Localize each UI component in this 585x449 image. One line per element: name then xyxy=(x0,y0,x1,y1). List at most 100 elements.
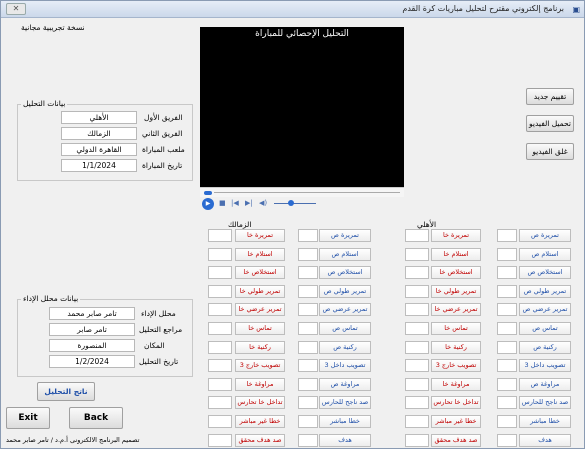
reviewer-field[interactable]: تامر صابر xyxy=(49,323,135,336)
next-icon[interactable]: ▶| xyxy=(245,199,253,207)
left-stat-against-button[interactable]: هدف xyxy=(319,434,371,447)
left-stat-own-button[interactable]: مراوغة خا xyxy=(235,378,285,391)
right-counter-against[interactable] xyxy=(497,303,517,316)
right-stat-own-button[interactable]: تمرير عرضي خا xyxy=(431,303,481,316)
right-stat-own-button[interactable]: ركنية خا xyxy=(431,341,481,354)
left-counter-against[interactable] xyxy=(298,415,318,428)
back-button[interactable]: Back xyxy=(69,407,123,429)
right-counter-own[interactable] xyxy=(405,378,429,391)
right-counter-against[interactable] xyxy=(497,434,517,447)
volume-icon[interactable]: ◀) xyxy=(259,199,267,207)
place-field[interactable]: المنصورة xyxy=(49,339,135,352)
right-stat-own-button[interactable]: صد هدف محقق xyxy=(431,434,481,447)
right-stat-against-button[interactable]: تمرير عرضي ص xyxy=(519,303,571,316)
left-stat-against-button[interactable]: تماس ص xyxy=(319,322,371,335)
volume-thumb[interactable] xyxy=(288,200,294,206)
right-counter-own[interactable] xyxy=(405,415,429,428)
prev-icon[interactable]: |◀ xyxy=(231,199,239,207)
right-stat-own-button[interactable]: تمريرة خا xyxy=(431,229,481,242)
team2-field[interactable]: الزمالك xyxy=(61,127,137,140)
right-stat-against-button[interactable]: تمرير طولي ص xyxy=(519,285,571,298)
seek-thumb[interactable] xyxy=(204,191,212,195)
left-stat-against-button[interactable]: ركنية ص xyxy=(319,341,371,354)
right-stat-against-button[interactable]: صد ناجح للحارس xyxy=(519,396,571,409)
left-counter-own[interactable] xyxy=(208,341,232,354)
left-counter-against[interactable] xyxy=(298,322,318,335)
left-counter-against[interactable] xyxy=(298,285,318,298)
close-button[interactable]: ✕ xyxy=(6,3,26,15)
left-counter-own[interactable] xyxy=(208,434,232,447)
left-stat-against-button[interactable]: تمرير طولي ص xyxy=(319,285,371,298)
left-counter-own[interactable] xyxy=(208,322,232,335)
right-counter-against[interactable] xyxy=(497,341,517,354)
right-stat-against-button[interactable]: مراوغة ص xyxy=(519,378,571,391)
close-video-button[interactable]: غلق الفيديو xyxy=(526,143,574,160)
right-stat-against-button[interactable]: خطا مباشر xyxy=(519,415,571,428)
right-stat-own-button[interactable]: خطا غير مباشر xyxy=(431,415,481,428)
right-counter-own[interactable] xyxy=(405,248,429,261)
left-counter-own[interactable] xyxy=(208,378,232,391)
left-stat-own-button[interactable]: تداخل خا تحارس xyxy=(235,396,285,409)
right-stat-against-button[interactable]: استخلاص ص xyxy=(519,266,571,279)
right-counter-against[interactable] xyxy=(497,248,517,261)
stop-icon[interactable]: ■ xyxy=(219,199,226,207)
right-counter-against[interactable] xyxy=(497,396,517,409)
right-stat-against-button[interactable]: تمريرة ص xyxy=(519,229,571,242)
seek-bar[interactable] xyxy=(200,187,404,197)
right-stat-own-button[interactable]: تمرير طولي خا xyxy=(431,285,481,298)
left-counter-own[interactable] xyxy=(208,359,232,372)
right-counter-against[interactable] xyxy=(497,229,517,242)
left-counter-own[interactable] xyxy=(208,248,232,261)
match-date-field[interactable]: 1/1/2024 xyxy=(61,159,137,172)
right-counter-against[interactable] xyxy=(497,359,517,372)
left-stat-own-button[interactable]: خطا غير مباشر xyxy=(235,415,285,428)
analysis-date-field[interactable]: 1/2/2024 xyxy=(49,355,135,368)
right-counter-own[interactable] xyxy=(405,434,429,447)
left-counter-against[interactable] xyxy=(298,229,318,242)
right-counter-own[interactable] xyxy=(405,396,429,409)
right-counter-own[interactable] xyxy=(405,341,429,354)
left-counter-against[interactable] xyxy=(298,378,318,391)
left-stat-own-button[interactable]: استخلاص خا xyxy=(235,266,285,279)
right-stat-own-button[interactable]: مراوغة خا xyxy=(431,378,481,391)
left-counter-own[interactable] xyxy=(208,229,232,242)
left-stat-own-button[interactable]: تصويب خارج 3 xyxy=(235,359,285,372)
left-stat-against-button[interactable]: استلام ص xyxy=(319,248,371,261)
left-stat-own-button[interactable]: ركنية خا xyxy=(235,341,285,354)
left-stat-own-button[interactable]: تمرير طولي خا xyxy=(235,285,285,298)
play-button[interactable]: ▶ xyxy=(202,198,214,210)
right-counter-against[interactable] xyxy=(497,285,517,298)
team1-field[interactable]: الأهلي xyxy=(61,111,137,124)
right-counter-own[interactable] xyxy=(405,229,429,242)
analysis-result-button[interactable]: ناتج التحليل xyxy=(37,382,95,401)
exit-button[interactable]: Exit xyxy=(6,407,50,429)
left-stat-against-button[interactable]: تمرير عرضي ص xyxy=(319,303,371,316)
stadium-field[interactable]: القاهرة الدولي xyxy=(61,143,137,156)
right-counter-against[interactable] xyxy=(497,378,517,391)
right-counter-against[interactable] xyxy=(497,266,517,279)
analyst-field[interactable]: تامر صابر محمد xyxy=(49,307,135,320)
left-stat-against-button[interactable]: تصويب داخل 3 xyxy=(319,359,371,372)
right-counter-against[interactable] xyxy=(497,322,517,335)
left-stat-own-button[interactable]: تمرير عرضي خا xyxy=(235,303,285,316)
right-stat-against-button[interactable]: تصويب داخل 3 xyxy=(519,359,571,372)
left-counter-own[interactable] xyxy=(208,285,232,298)
right-counter-own[interactable] xyxy=(405,303,429,316)
right-stat-own-button[interactable]: تصويب خارج 3 xyxy=(431,359,481,372)
right-stat-against-button[interactable]: ركنية ص xyxy=(519,341,571,354)
left-counter-own[interactable] xyxy=(208,303,232,316)
left-stat-own-button[interactable]: صد هدف محقق xyxy=(235,434,285,447)
new-evaluation-button[interactable]: تقييم جديد xyxy=(526,88,574,105)
left-counter-against[interactable] xyxy=(298,396,318,409)
left-counter-against[interactable] xyxy=(298,248,318,261)
left-stat-own-button[interactable]: تماس خا xyxy=(235,322,285,335)
left-stat-against-button[interactable]: تمريرة ص xyxy=(319,229,371,242)
volume-slider[interactable] xyxy=(274,203,316,204)
right-counter-own[interactable] xyxy=(405,285,429,298)
right-stat-against-button[interactable]: تماس ص xyxy=(519,322,571,335)
right-counter-against[interactable] xyxy=(497,415,517,428)
right-stat-against-button[interactable]: هدف xyxy=(519,434,571,447)
left-counter-against[interactable] xyxy=(298,434,318,447)
left-counter-against[interactable] xyxy=(298,303,318,316)
left-counter-against[interactable] xyxy=(298,359,318,372)
